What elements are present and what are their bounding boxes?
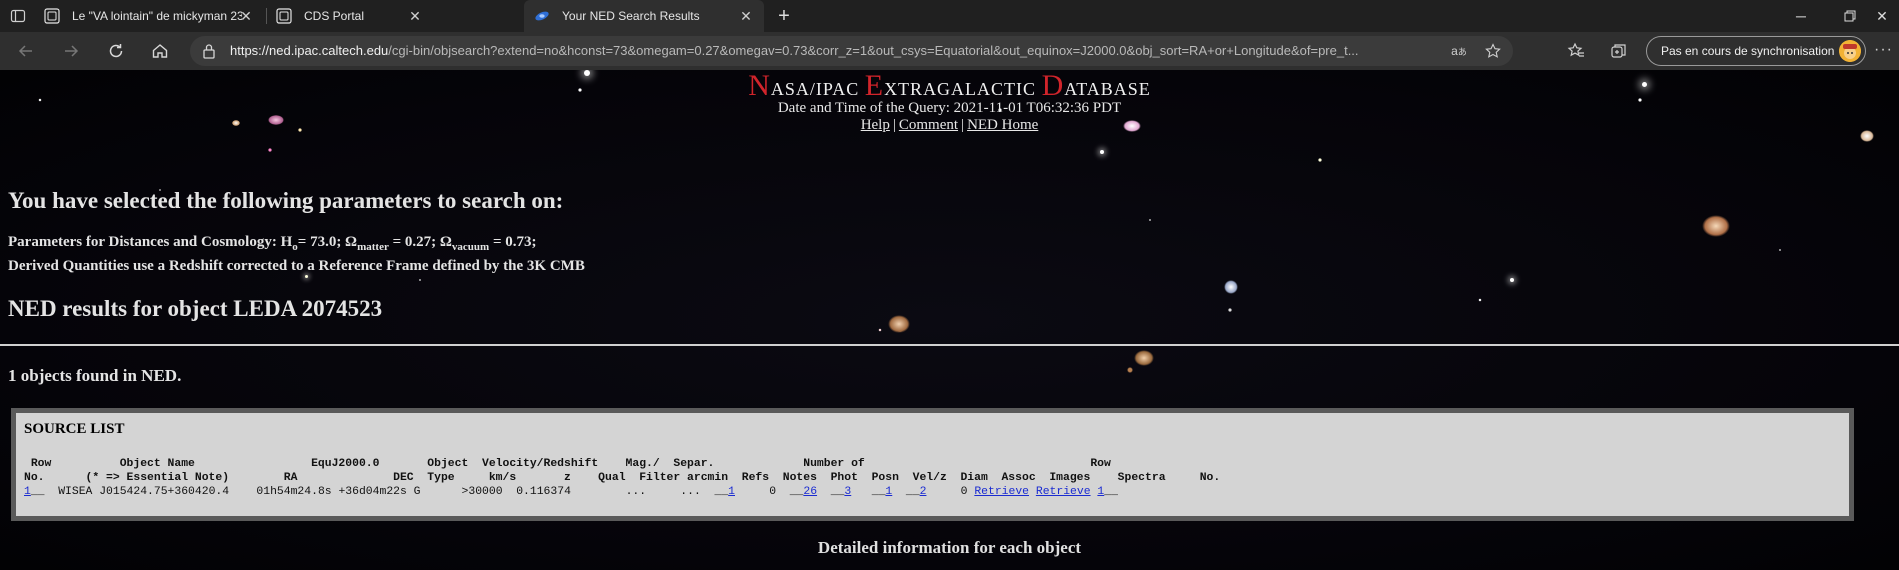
spectra-retrieve-link[interactable]: Retrieve — [1036, 486, 1091, 498]
tab-title: Your NED Search Results — [562, 9, 700, 23]
source-list-title: SOURCE LIST — [24, 421, 125, 437]
lock-icon[interactable] — [202, 43, 216, 64]
object-ra: 01h54m24.8s — [256, 486, 332, 498]
derived-quantities-note: Derived Quantities use a Redshift correc… — [8, 258, 585, 274]
tab-separator — [266, 8, 267, 24]
ned-header: NASA/IPAC EXTRAGALACTIC DATABASE Date an… — [0, 70, 1899, 134]
refs-link[interactable]: 1 — [728, 486, 735, 498]
object-mag: ... — [625, 486, 647, 498]
cosmology-label: Parameters for Distances and Cosmology: … — [8, 234, 293, 250]
table-header-line: No. (* => Essential Note) RA DEC Type km… — [24, 472, 1221, 484]
collections-icon[interactable] — [1609, 41, 1629, 61]
help-link[interactable]: Help — [861, 117, 890, 133]
cds-favicon-icon — [276, 8, 292, 24]
notes-count: 0 — [769, 486, 777, 498]
home-button[interactable] — [148, 39, 172, 63]
tab-title: Le "VA lointain" de mickyman 23 — [72, 9, 242, 23]
tab-forum[interactable]: Le "VA lointain" de mickyman 23 ✕ — [44, 0, 264, 32]
new-tab-button[interactable]: + — [772, 4, 796, 28]
ned-home-link[interactable]: NED Home — [967, 117, 1038, 133]
link-separator: | — [961, 117, 965, 133]
ned-title-word: ASA/IPAC — [770, 79, 865, 99]
object-name: WISEA J015424.75+360420.4 — [58, 486, 230, 498]
ned-title-word: XTRAGALACTIC — [884, 79, 1042, 99]
table-header-line: Row Object Name EquJ2000.0 Object Veloci… — [24, 458, 1111, 470]
forward-button[interactable] — [59, 39, 83, 63]
images-retrieve-link[interactable]: Retrieve — [974, 486, 1029, 498]
ned-title-initial: D — [1041, 70, 1065, 102]
diam-link[interactable]: 2 — [920, 486, 927, 498]
object-velocity: >30000 — [461, 486, 503, 498]
source-list: SOURCE LIST Row Object Name EquJ2000.0 O… — [16, 413, 1849, 516]
add-favorite-icon[interactable] — [1484, 42, 1502, 60]
table-header: Row Object Name EquJ2000.0 Object Veloci… — [24, 457, 1220, 485]
tab-close-icon[interactable]: ✕ — [238, 8, 254, 24]
sync-status-label: Pas en cours de synchronisation — [1661, 44, 1835, 58]
link-separator: | — [892, 117, 896, 133]
source-list-panel: SOURCE LIST Row Object Name EquJ2000.0 O… — [11, 408, 1854, 521]
tab-ned-results[interactable]: Your NED Search Results ✕ — [524, 0, 764, 32]
ned-title-word: ATABASE — [1064, 79, 1151, 99]
velz-link[interactable]: 1 — [885, 486, 892, 498]
assoc-count: 0 — [960, 486, 968, 498]
tab-cds-portal[interactable]: CDS Portal ✕ — [268, 0, 433, 32]
row-number-link[interactable]: 1 — [1097, 486, 1104, 498]
forum-favicon-icon — [44, 8, 60, 24]
url-text: https://ned.ipac.caltech.edu/cgi-bin/obj… — [230, 43, 1440, 58]
settings-menu-icon[interactable]: ··· — [1874, 41, 1893, 59]
params-heading: You have selected the following paramete… — [8, 188, 564, 213]
detailed-info-heading: Detailed information for each object — [817, 538, 1082, 557]
tab-title: CDS Portal — [304, 9, 365, 23]
divider — [0, 344, 1899, 346]
ned-title-initial: N — [748, 70, 771, 102]
comment-link[interactable]: Comment — [899, 117, 958, 133]
url-path: /cgi-bin/objsearch?extend=no&hconst=73&o… — [388, 43, 1359, 58]
row-number-link[interactable]: 1 — [24, 486, 31, 498]
minimize-button[interactable]: ─ — [1781, 0, 1821, 32]
object-type: G — [413, 486, 421, 498]
object-dec: +36d04m22s — [338, 486, 407, 498]
background-star — [1510, 278, 1514, 282]
favorites-icon[interactable] — [1566, 41, 1586, 61]
omega-vacuum-subscript: vacuum — [451, 241, 490, 253]
tab-strip: Le "VA lointain" de mickyman 23 ✕ CDS Po… — [0, 0, 1899, 32]
address-input[interactable]: https://ned.ipac.caltech.edu/cgi-bin/obj… — [190, 36, 1513, 66]
back-button[interactable] — [14, 39, 38, 63]
phot-link[interactable]: 26 — [803, 486, 817, 498]
background-galaxy — [1224, 280, 1238, 294]
header-links: Help | Comment | NED Home — [0, 117, 1899, 134]
omega-matter-value: = 0.27; Ω — [388, 234, 452, 250]
results-heading: NED results for object LEDA 2074523 — [8, 296, 383, 321]
ned-title-initial: E — [864, 70, 885, 102]
background-galaxy — [1134, 350, 1154, 366]
avatar — [1839, 40, 1861, 62]
background-galaxy — [888, 315, 910, 333]
posn-link[interactable]: 3 — [844, 486, 851, 498]
h0-value: = 73.0; Ω — [297, 234, 358, 250]
background-star — [1100, 150, 1104, 154]
reload-button[interactable] — [104, 39, 128, 63]
omega-vacuum-value: = 0.73; — [489, 234, 537, 250]
ned-favicon-icon — [534, 8, 550, 24]
tab-close-icon[interactable]: ✕ — [738, 8, 754, 24]
background-star — [305, 275, 308, 278]
object-separation: ... — [680, 486, 701, 498]
ned-results-page: NASA/IPAC EXTRAGALACTIC DATABASE Date an… — [0, 70, 1899, 570]
omega-matter-subscript: matter — [357, 241, 389, 253]
table-row: 1__ WISEA J015424.75+360420.4 01h54m24.8… — [24, 486, 1118, 498]
tab-close-icon[interactable]: ✕ — [407, 8, 423, 24]
tab-actions-icon[interactable] — [10, 8, 26, 24]
objects-found-count: 1 objects found in NED. — [8, 366, 182, 385]
background-galaxy — [1702, 215, 1730, 237]
object-redshift: 0.116374 — [516, 486, 571, 498]
sync-status-button[interactable]: Pas en cours de synchronisation — [1646, 36, 1866, 66]
cosmology-params: Parameters for Distances and Cosmology: … — [8, 234, 536, 253]
query-date: Date and Time of the Query: 2021-11-01 T… — [777, 100, 1122, 116]
address-bar-row: https://ned.ipac.caltech.edu/cgi-bin/obj… — [0, 32, 1899, 70]
close-window-button[interactable]: ✕ — [1862, 0, 1899, 32]
read-aloud-icon[interactable]: aあ — [1450, 42, 1468, 60]
url-host: https://ned.ipac.caltech.edu — [230, 43, 389, 58]
